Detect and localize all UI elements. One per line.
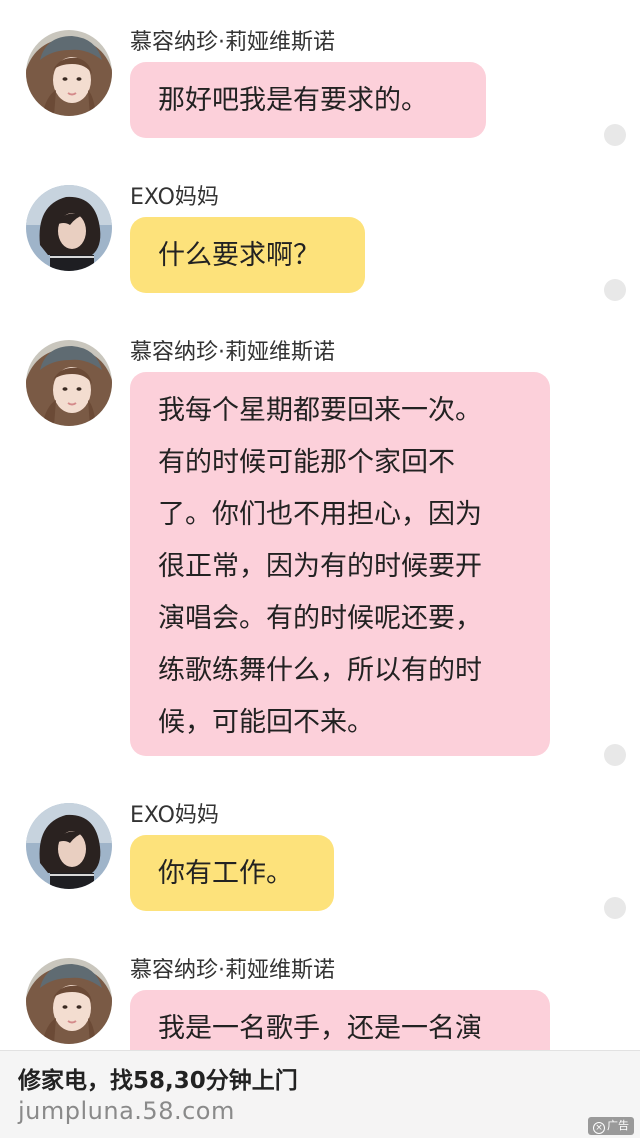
message-text: 有的时候可能那个家回不	[158, 447, 455, 478]
ad-title[interactable]: 修家电，找58,30分钟上门	[18, 1061, 298, 1095]
close-icon[interactable]: ×	[593, 1122, 605, 1134]
ad-banner[interactable]: 修家电，找58,30分钟上门 jumpluna.58.com × 广告	[0, 1050, 640, 1138]
message-bubble[interactable]: 我每个星期都要回来一次。 有的时候可能那个家回不 了。你们也不用担心，因为 很正…	[130, 372, 550, 756]
message-bubble[interactable]: 那好吧我是有要求的。	[130, 62, 486, 138]
message-text: 候，可能回不来。	[158, 707, 374, 738]
message-text: 那好吧我是有要求的。	[158, 85, 428, 116]
ad-url[interactable]: jumpluna.58.com	[18, 1097, 235, 1125]
message-text: 演唱会。有的时候呢还要，	[158, 603, 482, 634]
girl-avatar[interactable]	[26, 958, 112, 1044]
ad-badge[interactable]: × 广告	[588, 1117, 634, 1135]
sender-name: 慕容纳珍·莉娅维斯诺	[130, 30, 335, 55]
woman-avatar[interactable]	[26, 185, 112, 271]
status-dot	[604, 744, 626, 766]
woman-avatar[interactable]	[26, 803, 112, 889]
sender-name: 慕容纳珍·莉娅维斯诺	[130, 340, 335, 365]
message-bubble[interactable]: 什么要求啊？	[130, 217, 365, 293]
sender-name: EXO妈妈	[130, 185, 219, 210]
message-text: 了。你们也不用担心，因为	[158, 499, 482, 530]
status-dot	[604, 279, 626, 301]
message-text: 我是一名歌手，还是一名演	[158, 1013, 482, 1044]
message-text: 我每个星期都要回来一次。	[158, 395, 482, 426]
message-text: 什么要求啊？	[158, 240, 320, 271]
message-bubble[interactable]: 你有工作。	[130, 835, 334, 911]
status-dot	[604, 897, 626, 919]
chat-screen: 慕容纳珍·莉娅维斯诺 那好吧我是有要求的。 EXO妈妈 什么要求啊？ 慕容纳珍·…	[0, 0, 640, 1138]
message-text: 练歌练舞什么，所以有的时	[158, 655, 482, 686]
status-dot	[604, 124, 626, 146]
message-text: 很正常，因为有的时候要开	[158, 551, 482, 582]
sender-name: 慕容纳珍·莉娅维斯诺	[130, 958, 335, 983]
sender-name: EXO妈妈	[130, 803, 219, 828]
girl-avatar[interactable]	[26, 340, 112, 426]
ad-badge-label: 广告	[607, 1119, 629, 1132]
girl-avatar[interactable]	[26, 30, 112, 116]
message-text: 你有工作。	[158, 858, 293, 889]
